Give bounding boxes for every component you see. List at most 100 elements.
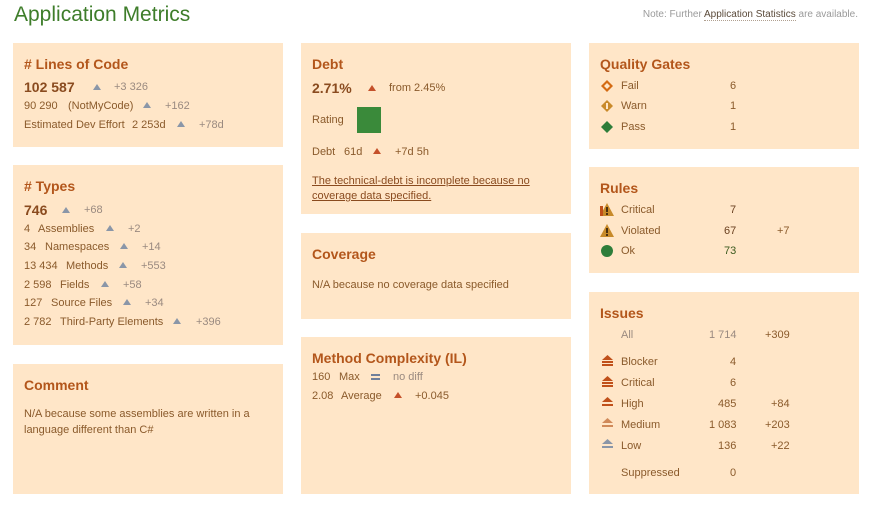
complexity-row-delta: no diff	[393, 371, 423, 383]
debt-incomplete-link[interactable]: coverage data specified.	[312, 190, 431, 202]
issues-row-label[interactable]: High	[621, 398, 644, 410]
types-card: # Types 746 +68 4 Assemblies +2 34 Names…	[13, 165, 283, 345]
issues-row-count: 1 083	[709, 419, 737, 431]
card-header: Issues	[600, 305, 644, 321]
types-row-label[interactable]: Methods	[66, 260, 108, 272]
card-header: Quality Gates	[600, 56, 691, 72]
issues-row-count: 6	[730, 377, 737, 389]
rules-row-label[interactable]: Violated	[621, 225, 661, 237]
loc-row-label: 2 253d	[132, 119, 166, 131]
types-row-value: 4	[24, 223, 31, 235]
method-complexity-card: Method Complexity (IL) 160 Max no diff 2…	[301, 337, 571, 494]
issues-all-delta: +309	[765, 329, 790, 341]
types-row-label[interactable]: Namespaces	[45, 241, 109, 253]
types-row-label[interactable]: Assemblies	[38, 223, 94, 235]
high-icon	[602, 397, 613, 406]
loc-row-label[interactable]: (NotMyCode)	[68, 100, 133, 112]
types-row-value: 34	[24, 241, 37, 253]
types-row-value: 13 434	[24, 260, 58, 272]
gate-count: 1	[730, 121, 737, 133]
debt-from: from 2.45%	[389, 82, 446, 94]
debt-incomplete-link[interactable]: The technical-debt is incomplete because…	[312, 175, 530, 187]
types-row-delta: +14	[142, 241, 161, 253]
issues-row-delta: +203	[765, 419, 790, 431]
blocker-icon	[602, 355, 613, 366]
rules-row-label[interactable]: Critical	[621, 204, 655, 216]
types-row-label[interactable]: Fields	[60, 279, 89, 291]
debt-delta: +7d 5h	[395, 146, 429, 158]
loc-value: 102 587	[24, 79, 75, 95]
arrow-up-icon	[173, 318, 181, 324]
issues-suppressed-label[interactable]: Suppressed	[621, 467, 680, 479]
complexity-row-value: 2.08	[312, 390, 334, 402]
types-row-value: 127	[24, 297, 43, 309]
card-header: Rules	[600, 180, 639, 196]
loc-row-delta: +78d	[199, 119, 224, 131]
issues-row-count: 136	[718, 440, 737, 452]
types-delta: +68	[84, 204, 103, 216]
arrow-up-icon	[93, 84, 101, 90]
loc-row-delta: +162	[165, 100, 190, 112]
types-row-delta: +2	[128, 223, 141, 235]
loc-row-value[interactable]: Estimated Dev Effort	[24, 119, 125, 131]
issues-suppressed-count: 0	[730, 467, 737, 479]
quality-gates-card: Quality Gates Fail 6 Warn 1 Pass 1	[589, 43, 859, 149]
issues-all-label[interactable]: All	[621, 329, 633, 341]
medium-icon	[602, 418, 613, 427]
issues-row-label[interactable]: Low	[621, 440, 641, 452]
complexity-row-delta: +0.045	[415, 390, 449, 402]
issues-row-label[interactable]: Blocker	[621, 356, 658, 368]
rating-badge[interactable]	[357, 107, 381, 133]
debt-amount[interactable]: 61d	[344, 146, 362, 158]
comment-card: Comment N/A because some assemblies are …	[13, 364, 283, 494]
comment-text-line: language different than C#	[24, 424, 154, 436]
debt-label: Debt	[312, 146, 336, 158]
card-header: Comment	[24, 377, 89, 393]
note: Note: Further Application Statistics are…	[642, 9, 858, 21]
rules-card: Rules Critical 7 Violated 67 +7 Ok 73	[589, 167, 859, 273]
card-header: Debt	[312, 56, 344, 72]
rules-row-count: 67	[724, 225, 737, 237]
equal-icon	[371, 374, 380, 380]
arrow-up-icon	[119, 262, 127, 268]
ok-circle-icon	[601, 245, 613, 257]
types-value: 746	[24, 202, 48, 218]
comment-text-line: N/A because some assemblies are written …	[24, 408, 250, 420]
gate-label[interactable]: Pass	[621, 121, 645, 133]
arrow-up-icon	[120, 243, 128, 249]
types-row-delta: +58	[123, 279, 142, 291]
low-icon	[602, 439, 613, 448]
pass-diamond-icon	[601, 121, 613, 133]
critical-warning-icon	[600, 203, 614, 216]
card-header: Method Complexity (IL)	[312, 350, 467, 366]
lines-of-code-card: # Lines of Code 102 587 +3 326 90 290 (N…	[13, 43, 283, 147]
application-statistics-link[interactable]: Application Statistics	[704, 9, 796, 21]
coverage-text: N/A because no coverage data specified	[312, 279, 509, 291]
types-row-value: 2 598	[24, 279, 52, 291]
gate-label[interactable]: Warn	[621, 100, 647, 112]
complexity-row-label[interactable]: Max	[339, 371, 360, 383]
complexity-row-label[interactable]: Average	[341, 390, 382, 402]
note-prefix: Note: Further	[642, 9, 705, 20]
issues-row-label[interactable]: Critical	[621, 377, 655, 389]
arrow-up-icon	[101, 281, 109, 287]
types-row-label[interactable]: Source Files	[51, 297, 112, 309]
types-row-delta: +553	[141, 260, 166, 272]
arrow-up-icon	[143, 102, 151, 108]
types-row-label[interactable]: Third-Party Elements	[60, 316, 163, 328]
gate-label[interactable]: Fail	[621, 80, 639, 92]
issues-row-count: 4	[730, 356, 737, 368]
arrow-up-icon	[106, 225, 114, 231]
rating-label: Rating	[312, 114, 344, 126]
types-row-delta: +396	[196, 316, 221, 328]
types-row-delta: +34	[145, 297, 164, 309]
card-header: # Lines of Code	[24, 56, 129, 72]
coverage-card: Coverage N/A because no coverage data sp…	[301, 233, 571, 319]
issues-card: Issues All 1 714 +309 Blocker 4 Critical…	[589, 292, 859, 494]
loc-delta: +3 326	[114, 81, 148, 93]
rules-row-label[interactable]: Ok	[621, 245, 635, 257]
rules-row-delta: +7	[777, 225, 790, 237]
issues-row-label[interactable]: Medium	[621, 419, 660, 431]
loc-row-value: 90 290	[24, 100, 58, 112]
rules-row-count: 7	[730, 204, 737, 216]
